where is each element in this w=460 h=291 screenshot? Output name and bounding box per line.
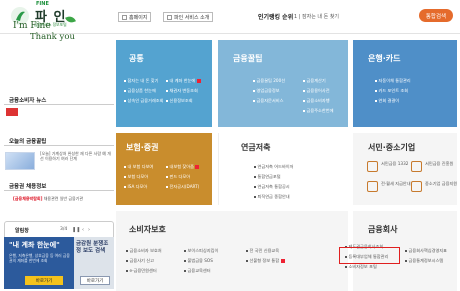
tip-text[interactable]: [오늘] 가계상처 완성한 재 다른 사람 예 개선 이용하기 여러 단계 [40,151,112,161]
tile-company-title: 금융회사 [368,225,398,234]
info-icon [167,14,172,20]
tile-link[interactable]: 불법금융 SOS [184,258,213,264]
next-icon[interactable]: › [88,227,90,233]
tile-common-title: 공통 [129,54,144,63]
tile-link[interactable]: 금융교육센터 [184,268,211,274]
tile-link[interactable]: e-금융민원센터 [126,268,157,274]
tile-link[interactable]: 보이스피싱지킴이 [184,248,218,254]
tile-link[interactable]: 금융주소한번에 [303,108,333,114]
alarm-pager: 3/4 [60,227,68,232]
tile-link[interactable]: 자동이체 통합관리 [375,78,411,84]
tile-link[interactable]: 영업금융정보 [253,88,280,94]
banner2-go-button[interactable]: 바로가기 [80,276,110,285]
tile-link[interactable]: 금융자문서비스 [253,98,283,104]
divider [4,190,114,191]
tile-link[interactable]: 잠자는 내 돈 찾기 [124,78,158,84]
tile-link[interactable]: 연금저축 통합공시 [254,184,290,190]
rank-ticker[interactable]: 1 | 잠자는 내 돈 찾기 [294,13,339,20]
tile-link[interactable]: 채권자 변동조회 [166,88,198,94]
tile-consumer-protection: 소비자보호 금융소비자 보호처 보이스피싱지킴이 전 국민 신용교육 금융사기 … [116,211,348,291]
tile-pension-title: 연금저축 [241,143,271,152]
banner-go-button[interactable]: 바로가기 [25,276,63,285]
phone-icon [367,161,378,172]
rank-label: 인기랭킹 순위 [258,14,294,21]
hire-desc: 채용관련 일반 금융기관 [43,196,84,201]
tile-link[interactable]: 금융용어사전 [303,88,330,94]
tile-insurance: 보험·증권 내 보험 다보여 내보험 찾아줌 보험 다모아 펀드 다모아 ISA… [116,133,212,205]
tile-finance-tips: 금융꿀팁 금융꿀팁 200선 금융계산기 영업금융정보 금융용어사전 금융자문서… [218,40,348,127]
hire-tag: [금융채용박람회] [13,196,43,201]
tile-link[interactable]: 상속인 금융거래조회 [124,98,164,104]
tile-link[interactable]: 보험 다모아 [124,174,148,180]
news-thumb[interactable] [6,108,18,116]
tile-link[interactable]: 금융회사핵심경영지표 [405,248,447,254]
prev-icon[interactable]: ‹ [82,227,84,233]
service-intro-label: 파인 서비스 소개 [174,14,210,21]
tile-pension: 연금저축 연금저축 어드바이저 통합연금포털 연금저축 통합공시 퇴직연금 종합… [218,133,348,205]
new-badge-icon [280,259,285,263]
home-button[interactable]: 홈페이지 [118,12,152,22]
tile-link[interactable]: 선불형 정보 통합 [246,258,285,264]
tile-link[interactable]: 금융사기 신고 [126,258,154,264]
tile-consumer-title: 소비자보호 [129,225,166,234]
building-icon [411,161,422,172]
tip-title[interactable]: 오늘의 금융꿀팁 [9,137,46,145]
news-title[interactable]: 금융소비자 뉴스 [9,96,46,104]
new-badge-icon [195,165,200,169]
new-badge-icon [196,79,201,83]
im-fine-text: I'm Fine [13,21,51,31]
tile-ins-title: 보험·증권 [126,143,159,152]
banner2-title: 금감원 분쟁조정 보도 검색 [76,241,109,254]
tile-link[interactable]: 내보험 찾아줌 [166,164,200,170]
tile-link[interactable]: 카드 포인트 조회 [375,88,408,94]
home-icon [122,14,127,20]
divider [4,104,114,105]
tile-link[interactable]: 금융꿀팁 200선 [253,78,285,84]
tile-link[interactable]: 소비자정보 포털 [345,264,377,270]
tile-link[interactable]: 통합연금포털 [254,174,281,180]
tile-link[interactable]: 전자공시(DART) [166,184,199,190]
tile-link[interactable]: 서민금융 1332 [381,161,408,166]
home-button-label: 홈페이지 [129,14,148,21]
search-button[interactable]: 통합검색 [419,9,453,22]
tile-link[interactable]: 중소기업 금융지원 [425,181,457,186]
banner-title: "내 계좌 한눈에" [9,241,60,249]
tile-link[interactable]: 금융상품 한눈에 [124,88,156,94]
service-intro-button[interactable]: 파인 서비스 소개 [163,12,214,22]
tile-link[interactable]: 연회 결결이 [375,98,399,104]
factory-icon [411,181,422,192]
tile-link[interactable]: 금융계산기 [303,78,326,84]
divider [4,145,114,146]
alarm-title: 알림창 [15,228,29,234]
tile-smb-title: 서민·중소기업 [368,143,416,152]
tile-link[interactable]: 금융소비자 보호처 [126,248,162,254]
tile-link[interactable]: 금융소비자행 [303,98,330,104]
tile-link[interactable]: 금융통계정보시스템 [405,258,443,264]
tile-link[interactable]: 전·월세 지급안내 [381,181,411,186]
hire-title[interactable]: 금융권 채용정보 [9,182,46,190]
tile-smb: 서민·중소기업 서민금융 1332 서민금융 진흥원 전·월세 지급안내 중소기… [353,133,457,205]
tile-link[interactable]: ISA 다모아 [124,184,147,190]
tile-link[interactable]: 전 국민 신용교육 [246,248,279,254]
house-icon [367,181,378,192]
thank-you-text: Thank you [30,32,75,42]
tile-link[interactable]: 서민금융 진흥원 [425,161,453,166]
tip-thumbnail[interactable] [5,152,35,170]
tile-common: 공통 잠자는 내 돈 찾기 내 계좌 한눈에 금융상품 한눈에 채권자 변동조회… [116,40,212,127]
tile-bank-title: 은행·카드 [368,54,401,63]
hire-item[interactable]: [금융채용박람회] 채용관련 일반 금융기관 [13,196,83,202]
tile-bank-card: 은행·카드 자동이체 통합관리 카드 포인트 조회 연회 결결이 [353,40,457,127]
tile-link[interactable]: 내 계좌 한눈에 [166,78,201,84]
highlight-box [339,247,400,264]
tile-link[interactable]: 연금저축 어드바이저 [254,164,294,170]
banner-desc: 은행, 저축은행, 상호금융 등 여러 금융권의 계좌를 한번에 조회 [9,253,70,263]
tile-link[interactable]: 내 보험 다보여 [124,164,153,170]
tile-tips-title: 금융꿀팁 [233,54,263,63]
pause-icon[interactable]: ❚❚ [72,227,80,233]
tile-link[interactable]: 신용정보조회 [166,98,193,104]
tile-link[interactable]: 펀드 다모아 [166,174,190,180]
tile-link[interactable]: 퇴직연금 종합안내 [254,194,290,200]
